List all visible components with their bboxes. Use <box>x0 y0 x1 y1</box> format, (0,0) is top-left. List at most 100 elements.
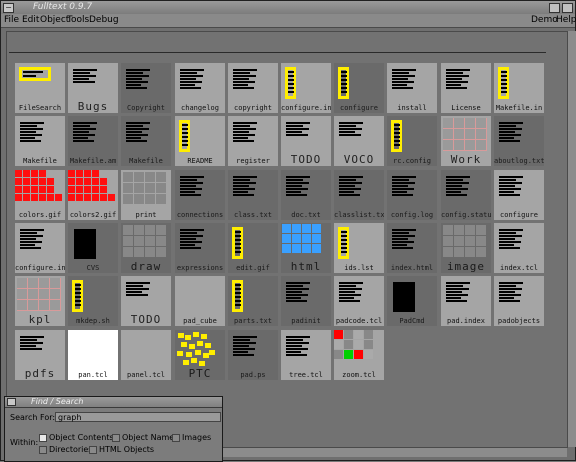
maximize-button[interactable] <box>562 3 573 13</box>
file-tile[interactable]: pad_cube <box>175 276 225 326</box>
file-tile[interactable]: ids.lst <box>334 223 384 273</box>
file-tile[interactable]: rc.config <box>387 116 437 166</box>
file-tile[interactable]: html <box>281 223 331 273</box>
file-tile[interactable]: License <box>441 63 491 113</box>
minimize-button[interactable] <box>549 3 560 13</box>
file-tile[interactable]: connections <box>175 170 225 220</box>
text-line <box>20 342 43 344</box>
file-tile[interactable]: TODO <box>121 276 171 326</box>
file-tile[interactable]: config.log <box>387 170 437 220</box>
file-tile[interactable]: print <box>121 170 171 220</box>
file-tile[interactable]: aboutlog.txt <box>494 116 544 166</box>
file-tile[interactable]: configure <box>334 63 384 113</box>
file-tile[interactable]: image <box>441 223 491 273</box>
tile-label: pad_cube <box>183 317 217 325</box>
swatch <box>193 332 199 337</box>
swatch <box>364 350 373 359</box>
swatch <box>181 342 187 347</box>
file-tile[interactable]: Makefile <box>15 116 65 166</box>
vertical-scrollbar[interactable] <box>567 31 576 447</box>
file-tile[interactable]: padcode.tcl <box>334 276 384 326</box>
file-tile[interactable]: draw <box>121 223 171 273</box>
menu-help[interactable]: Help <box>556 15 576 25</box>
file-tile[interactable]: index.tcl <box>494 223 544 273</box>
file-tile[interactable]: Copyright <box>121 63 171 113</box>
file-tile[interactable]: padobjects <box>494 276 544 326</box>
file-tile[interactable]: configure.in <box>281 63 331 113</box>
menu-debug[interactable]: Debug <box>89 15 119 25</box>
text-line <box>233 185 249 187</box>
file-tile[interactable]: Work <box>441 116 491 166</box>
menu-edit[interactable]: Edit <box>22 15 39 25</box>
object-contents-checkbox[interactable] <box>39 434 47 442</box>
swatch <box>47 178 54 185</box>
panel-menu-button[interactable] <box>7 398 16 406</box>
file-tile[interactable]: classlist.txt <box>334 170 384 220</box>
images-checkbox[interactable] <box>172 434 180 442</box>
file-tile[interactable]: install <box>387 63 437 113</box>
file-tile[interactable]: colors2.gif <box>68 170 118 220</box>
window-menu-button[interactable]: − <box>3 3 14 13</box>
file-tile[interactable]: edit.gif <box>228 223 278 273</box>
menu-file[interactable]: File <box>4 15 19 25</box>
file-tile[interactable]: padinit <box>281 276 331 326</box>
file-tile[interactable]: register <box>228 116 278 166</box>
file-tile[interactable]: configure <box>494 170 544 220</box>
swatch <box>23 186 30 193</box>
thumb-cell <box>443 129 454 140</box>
file-tile[interactable]: colors.gif <box>15 170 65 220</box>
file-tile[interactable]: changelog <box>175 63 225 113</box>
file-tile[interactable]: FileSearch <box>15 63 65 113</box>
file-tile[interactable]: TODO <box>281 116 331 166</box>
file-tile[interactable]: index.html <box>387 223 437 273</box>
file-tile[interactable]: mkdep.sh <box>68 276 118 326</box>
file-tile[interactable]: Makefile <box>121 116 171 166</box>
file-tile[interactable]: pan.tcl <box>68 330 118 380</box>
file-tile[interactable]: CVS <box>68 223 118 273</box>
search-panel-titlebar[interactable]: Find / Search <box>5 397 222 408</box>
file-tile[interactable]: Makefile.in <box>494 63 544 113</box>
file-tile[interactable]: pdfs <box>15 330 65 380</box>
text-line <box>126 69 150 71</box>
text-line <box>235 247 241 249</box>
title-bar[interactable]: − Fulltext 0.9.7 <box>1 1 575 15</box>
text-line <box>286 122 310 124</box>
text-line <box>180 78 196 80</box>
file-tile[interactable]: PTC <box>175 330 225 380</box>
file-tile[interactable]: config.status <box>441 170 491 220</box>
thumb-cell <box>454 129 465 140</box>
file-tile[interactable]: Bugs <box>68 63 118 113</box>
text-line <box>286 185 302 187</box>
file-tile[interactable]: tree.tcl <box>281 330 331 380</box>
file-tile[interactable]: kpl <box>15 276 65 326</box>
tile-label: connections <box>176 211 224 219</box>
file-tile[interactable]: pad.index <box>441 276 491 326</box>
text-line <box>499 122 523 124</box>
text-line <box>286 125 303 127</box>
file-tile[interactable]: copyright <box>228 63 278 113</box>
file-tile[interactable]: panel.tcl <box>121 330 171 380</box>
file-tile[interactable]: PadCmd <box>387 276 437 326</box>
file-tile[interactable]: configure.in <box>15 223 65 273</box>
swatch <box>31 186 38 193</box>
file-tile[interactable]: pad.ps <box>228 330 278 380</box>
text-line <box>499 134 521 136</box>
file-tile[interactable]: zoom.tcl <box>334 330 384 380</box>
file-tile[interactable]: README <box>175 116 225 166</box>
file-tile[interactable]: parts.txt <box>228 276 278 326</box>
file-tile[interactable]: doc.txt <box>281 170 331 220</box>
menu-demo[interactable]: Demo <box>531 15 558 25</box>
menu-object[interactable]: Object <box>40 15 69 25</box>
file-tile[interactable]: VOCO <box>334 116 384 166</box>
html-objects-checkbox[interactable] <box>89 446 97 454</box>
file-tile[interactable]: Makefile.am <box>68 116 118 166</box>
swatch <box>55 194 62 201</box>
text-line <box>180 87 201 89</box>
directories-checkbox[interactable] <box>39 446 47 454</box>
search-input[interactable]: graph <box>55 412 221 422</box>
file-tile[interactable]: class.txt <box>228 170 278 220</box>
text-line <box>286 288 309 290</box>
object-name-checkbox[interactable] <box>112 434 120 442</box>
file-tile[interactable]: expressions <box>175 223 225 273</box>
menu-tools[interactable]: Tools <box>67 15 89 25</box>
